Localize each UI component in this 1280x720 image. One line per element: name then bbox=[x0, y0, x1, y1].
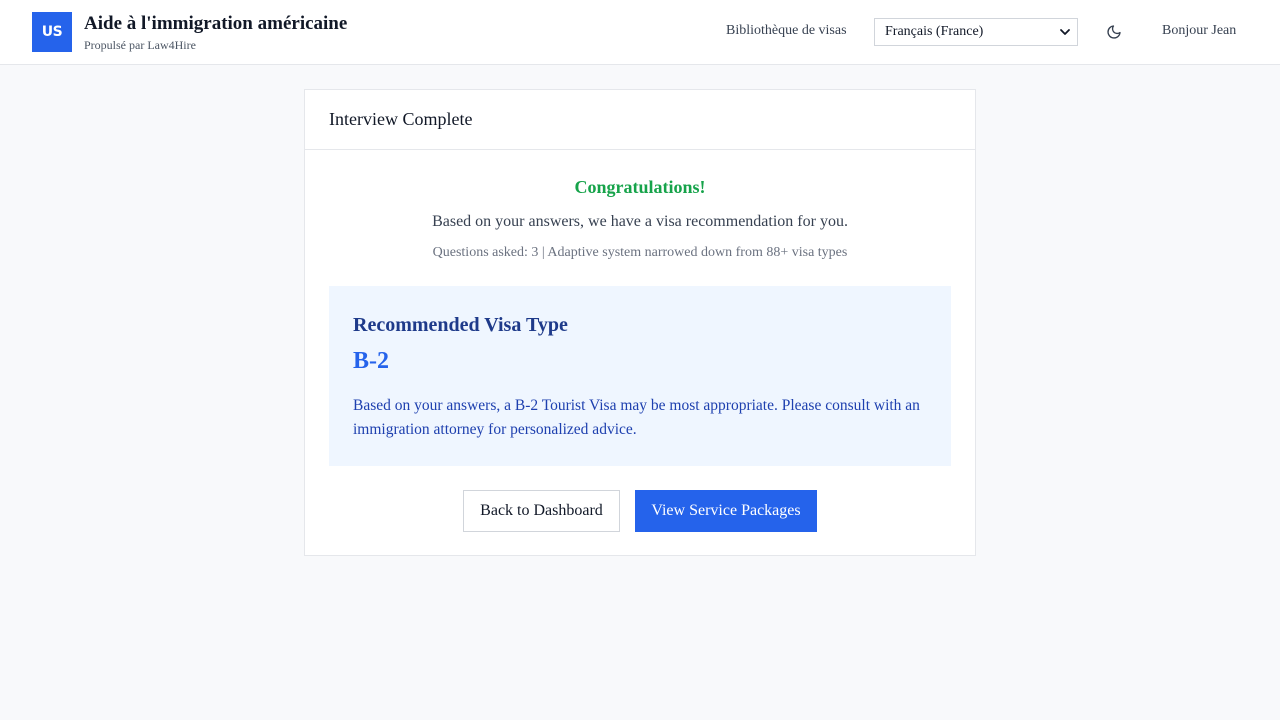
app-logo[interactable]: US bbox=[32, 12, 72, 52]
view-service-packages-button[interactable]: View Service Packages bbox=[635, 490, 817, 532]
visa-description: Based on your answers, a B-2 Tourist Vis… bbox=[353, 397, 920, 438]
visa-library-link[interactable]: Bibliothèque de visas bbox=[726, 23, 847, 39]
theme-toggle-button[interactable] bbox=[1102, 20, 1126, 44]
questions-meta: Questions asked: 3 | Adaptive system nar… bbox=[432, 245, 848, 260]
interview-complete-card: Interview Complete Congratulations! Base… bbox=[304, 89, 976, 556]
recommended-visa-panel: Recommended Visa Type B-2 Based on your … bbox=[329, 286, 951, 466]
back-to-dashboard-button[interactable]: Back to Dashboard bbox=[463, 490, 620, 532]
language-select-value: Français (France) bbox=[885, 24, 984, 39]
powered-by-text: Propulsé par Law4Hire bbox=[84, 38, 196, 52]
congratulations-heading: Congratulations! bbox=[574, 177, 706, 197]
chevron-down-icon bbox=[1060, 29, 1070, 35]
recommended-visa-heading: Recommended Visa Type bbox=[353, 314, 568, 336]
card-header: Interview Complete bbox=[305, 90, 975, 150]
language-select[interactable]: Français (France) bbox=[874, 18, 1078, 46]
top-navbar: US Aide à l'immigration américaine Propu… bbox=[0, 0, 1280, 65]
user-greeting-menu[interactable]: Bonjour Jean bbox=[1162, 23, 1236, 39]
visa-code: B-2 bbox=[353, 348, 389, 374]
card-title: Interview Complete bbox=[329, 109, 473, 129]
app-title: Aide à l'immigration américaine bbox=[84, 13, 348, 34]
moon-icon bbox=[1107, 25, 1121, 39]
recommendation-intro: Based on your answers, we have a visa re… bbox=[432, 213, 848, 230]
